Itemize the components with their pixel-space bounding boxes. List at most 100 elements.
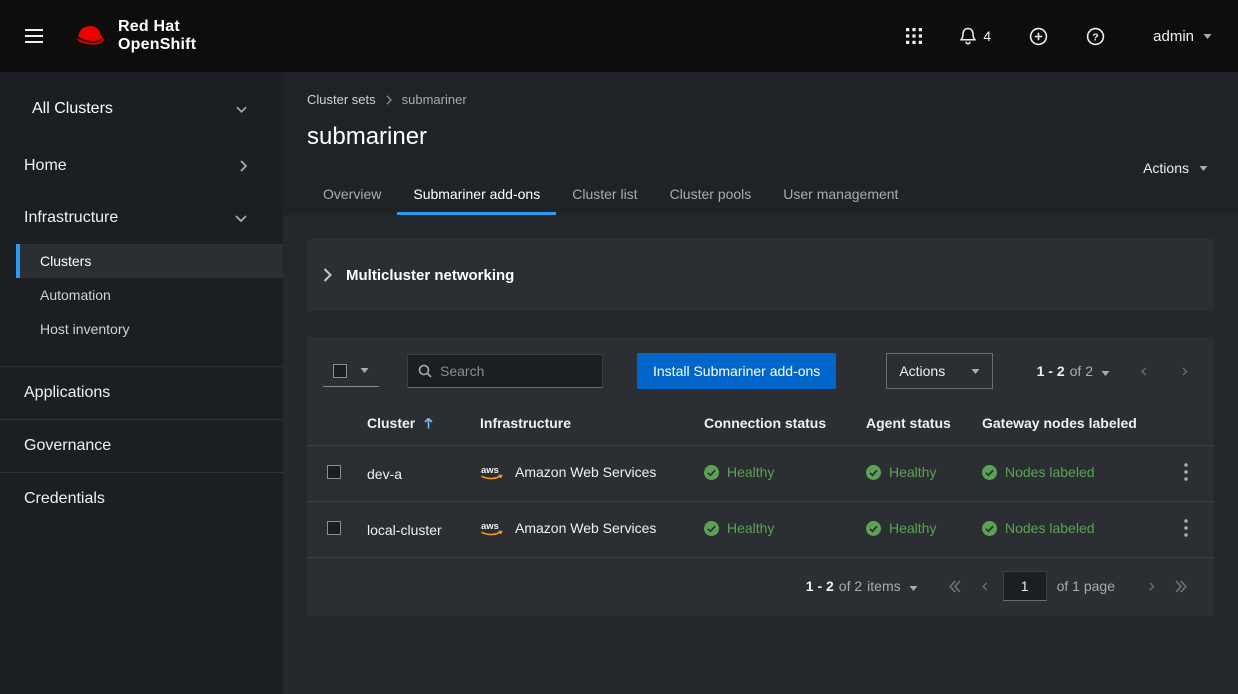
sidebar-item-automation[interactable]: Automation xyxy=(16,278,283,312)
kebab-icon xyxy=(1184,463,1188,481)
tab-overview[interactable]: Overview xyxy=(307,173,397,215)
healthy-status-icon xyxy=(866,465,881,480)
row-kebab-menu-button[interactable] xyxy=(1178,517,1194,542)
breadcrumb-divider-icon xyxy=(386,95,392,105)
add-resource-button[interactable] xyxy=(1025,23,1052,50)
gateway-status: Nodes labeled xyxy=(1005,464,1095,480)
angle-left-icon xyxy=(1140,365,1148,378)
toolbar-actions-dropdown[interactable]: Actions xyxy=(886,353,993,389)
nodes-labeled-status-icon xyxy=(982,521,997,536)
next-page-button[interactable] xyxy=(1137,576,1165,597)
column-header-connection-status: Connection status xyxy=(692,405,854,446)
row-checkbox[interactable] xyxy=(327,521,341,535)
sidebar-item-label: Infrastructure xyxy=(24,209,118,227)
perspective-label: All Clusters xyxy=(32,100,113,118)
bulk-select-checkbox[interactable] xyxy=(333,364,347,378)
double-angle-left-icon xyxy=(948,580,961,593)
column-header-infrastructure: Infrastructure xyxy=(468,405,692,446)
current-page-input[interactable] xyxy=(1003,571,1047,601)
sidebar-item-credentials[interactable]: Credentials xyxy=(0,472,283,525)
nodes-labeled-status-icon xyxy=(982,465,997,480)
prev-page-button[interactable] xyxy=(1130,361,1158,382)
healthy-status-icon xyxy=(704,465,719,480)
tab-cluster-pools[interactable]: Cluster pools xyxy=(654,173,768,215)
install-submariner-add-ons-button[interactable]: Install Submariner add-ons xyxy=(637,353,836,389)
sidebar-item-clusters[interactable]: Clusters xyxy=(16,244,283,278)
pagination-range: 1 - 2 xyxy=(1037,363,1065,379)
pagination-bottom: 1 - 2 of 2 items of 1 page xyxy=(307,558,1214,616)
aws-icon: aws xyxy=(480,520,507,537)
breadcrumb-cluster-sets-link[interactable]: Cluster sets xyxy=(307,92,376,107)
app-launcher-button[interactable] xyxy=(902,24,926,48)
connection-status: Healthy xyxy=(727,464,774,480)
table-header-row: Cluster Infrastructure Connection status… xyxy=(307,405,1214,446)
caret-down-icon xyxy=(1199,166,1208,171)
infrastructure-label: Amazon Web Services xyxy=(515,464,656,480)
breadcrumb: Cluster sets submariner xyxy=(307,92,1214,107)
column-header-gateway-nodes-labeled: Gateway nodes labeled xyxy=(970,405,1156,446)
next-page-button[interactable] xyxy=(1170,361,1198,382)
multicluster-networking-expandable[interactable]: Multicluster networking xyxy=(307,239,1214,311)
bulk-select-dropdown[interactable] xyxy=(323,356,379,387)
last-page-button[interactable] xyxy=(1165,576,1198,597)
sort-ascending-icon xyxy=(424,417,433,430)
tab-submariner-add-ons[interactable]: Submariner add-ons xyxy=(397,173,556,215)
sidebar-item-home[interactable]: Home xyxy=(0,140,283,192)
nav-toggle-button[interactable] xyxy=(14,16,54,56)
svg-text:aws: aws xyxy=(481,521,499,532)
content-area: Multicluster networking xyxy=(283,215,1238,694)
page-count-label: of 1 page xyxy=(1057,578,1115,594)
column-header-cluster: Cluster xyxy=(355,405,468,446)
search-icon xyxy=(418,364,432,378)
table-row: local-cluster aws Amazon Web Servi xyxy=(307,502,1214,558)
caret-down-icon xyxy=(1101,371,1110,376)
gateway-status: Nodes labeled xyxy=(1005,520,1095,536)
cluster-name: dev-a xyxy=(355,446,468,502)
prev-page-button[interactable] xyxy=(971,576,999,597)
kebab-icon xyxy=(1184,519,1188,537)
column-header-label: Cluster xyxy=(367,415,415,431)
pagination-menu-toggle[interactable] xyxy=(901,575,926,598)
pagination-items-label: items xyxy=(867,578,900,594)
angle-right-icon xyxy=(1180,365,1188,378)
search-input[interactable] xyxy=(440,363,592,379)
sidebar-item-label: Credentials xyxy=(24,490,105,508)
angle-right-icon xyxy=(1147,580,1155,593)
column-header-agent-status: Agent status xyxy=(854,405,970,446)
aws-icon: aws xyxy=(480,464,507,481)
pagination-top: 1 - 2 of 2 xyxy=(1037,360,1198,383)
breadcrumb-current: submariner xyxy=(402,92,467,107)
sidebar-item-label: Applications xyxy=(24,384,110,402)
main-content: Cluster sets submariner submariner Actio… xyxy=(283,72,1238,694)
table-row: dev-a aws Amazon Web Services xyxy=(307,446,1214,502)
page-actions-dropdown[interactable]: Actions xyxy=(1143,160,1208,176)
tab-user-management[interactable]: User management xyxy=(767,173,914,215)
sidebar-item-host-inventory[interactable]: Host inventory xyxy=(16,312,283,346)
page-title: submariner xyxy=(307,123,1214,151)
agent-status: Healthy xyxy=(889,520,936,536)
sidebar-item-governance[interactable]: Governance xyxy=(0,419,283,472)
sidebar-item-applications[interactable]: Applications xyxy=(0,366,283,419)
chevron-right-icon xyxy=(240,160,247,172)
row-checkbox[interactable] xyxy=(327,465,341,479)
perspective-switcher[interactable]: All Clusters xyxy=(0,84,283,134)
page-header: Cluster sets submariner submariner Actio… xyxy=(283,72,1238,215)
sidebar-item-label: Home xyxy=(24,157,67,175)
infrastructure-subnav: Clusters Automation Host inventory xyxy=(16,244,283,346)
masthead: Red Hat OpenShift 4 xyxy=(0,0,1238,72)
pagination-menu-toggle[interactable] xyxy=(1093,360,1118,383)
healthy-status-icon xyxy=(866,521,881,536)
column-header-actions xyxy=(1156,405,1214,446)
user-menu[interactable]: admin xyxy=(1153,28,1212,45)
sort-by-cluster-button[interactable]: Cluster xyxy=(367,415,433,431)
caret-down-icon xyxy=(971,369,980,374)
first-page-button[interactable] xyxy=(938,576,971,597)
caret-down-icon xyxy=(360,368,369,373)
tab-cluster-list[interactable]: Cluster list xyxy=(556,173,653,215)
app-root: Red Hat OpenShift 4 xyxy=(0,0,1238,694)
brand-line2: OpenShift xyxy=(118,36,196,54)
row-kebab-menu-button[interactable] xyxy=(1178,461,1194,486)
sidebar-item-infrastructure[interactable]: Infrastructure xyxy=(0,192,283,244)
help-button[interactable]: ? xyxy=(1082,23,1109,50)
notifications-button[interactable]: 4 xyxy=(956,23,995,49)
